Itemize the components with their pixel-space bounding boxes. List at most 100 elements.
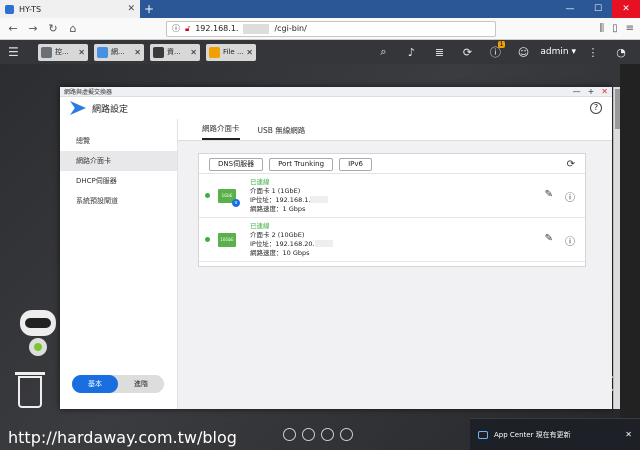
app-tab-resource-monitor[interactable]: 資... ✕: [150, 43, 200, 61]
adapter-name: 介面卡 2 (10GbE): [250, 230, 305, 239]
info-icon[interactable]: ⓘ: [565, 233, 575, 248]
app-tab-file-station[interactable]: File ... ✕: [206, 43, 256, 61]
edit-icon[interactable]: ✎: [545, 233, 553, 248]
adapter-info: 已連線 介面卡 2 (10GbE) IP位址：192.168.20. 網路速度：…: [250, 222, 333, 258]
mode-toggle[interactable]: 基本 進階: [72, 375, 164, 393]
redacted-ip-part: [310, 196, 329, 203]
status-dot-icon: [205, 237, 210, 242]
volume-icon[interactable]: ♪: [400, 46, 422, 59]
browser-tab-title: HY-TS: [19, 4, 42, 14]
forward-button[interactable]: →: [26, 22, 40, 35]
user-menu[interactable]: admin ▾: [540, 47, 576, 57]
ipv6-button[interactable]: IPv6: [339, 158, 372, 171]
card-speed-badge: 1GbE: [221, 192, 233, 198]
adapter-row: 10GbE 已連線 介面卡 2 (10GbE) IP位址：192.168.20.…: [199, 218, 585, 262]
minimize-window-button[interactable]: —: [556, 0, 584, 18]
search-icon[interactable]: ⌕: [372, 45, 394, 59]
window-controls: — ☐ ✕: [556, 0, 640, 18]
browser-menu-icon[interactable]: ≡: [626, 23, 634, 34]
recycle-bin-icon[interactable]: [15, 372, 45, 408]
mode-advanced-button[interactable]: 進階: [118, 375, 164, 393]
desktop-dock: [283, 428, 353, 441]
minimize-button[interactable]: —: [573, 87, 581, 96]
new-tab-button[interactable]: +: [140, 2, 158, 16]
dock-button-3-icon[interactable]: [321, 428, 334, 441]
adapter-info: 已連線 介面卡 1 (1GbE) IP位址：192.168.1. 網路速度：1 …: [250, 177, 329, 214]
info-icon[interactable]: ⓘ: [565, 189, 575, 204]
assistant-robot-icon[interactable]: [18, 310, 58, 356]
sidebar: 總覽 網路介面卡 DHCP伺服器 系統預設閘道 基本 進階: [60, 119, 178, 409]
dock-button-4-icon[interactable]: [340, 428, 353, 441]
close-icon[interactable]: ✕: [190, 48, 197, 57]
home-button[interactable]: ⌂: [66, 22, 80, 35]
tasks-icon[interactable]: ≣: [428, 46, 450, 59]
help-icon[interactable]: ?: [590, 102, 602, 114]
toast-text: App Center 現在有更新: [494, 430, 571, 439]
app-center-toast[interactable]: App Center 現在有更新 ✕: [470, 418, 640, 450]
user-icon[interactable]: ☺: [512, 46, 534, 59]
url-bar[interactable]: ⓘ 🔓︎ 192.168.1. /cgi-bin/: [166, 20, 496, 37]
desktop-right-edge: [620, 64, 640, 450]
message-icon: [478, 430, 488, 439]
close-icon[interactable]: ✕: [134, 48, 141, 57]
app-tab-label: File ...: [223, 48, 244, 56]
dock-button-2-icon[interactable]: [302, 428, 315, 441]
mode-basic-button[interactable]: 基本: [72, 375, 118, 393]
adapter-status: 已連線: [250, 177, 270, 186]
url-prefix: 192.168.1.: [195, 24, 239, 33]
info-icon[interactable]: ⓘ: [172, 23, 180, 34]
tab-usb-wireless[interactable]: USB 無線網路: [258, 125, 306, 140]
close-window-button[interactable]: ✕: [612, 0, 640, 18]
reload-button[interactable]: ↻: [46, 22, 60, 35]
sidebar-item-gateway[interactable]: 系統預設閘道: [60, 191, 177, 211]
network-logo-icon: [70, 101, 86, 115]
url-suffix: /cgi-bin/: [274, 24, 307, 33]
adapter-status: 已連線: [250, 221, 270, 230]
sidebar-item-adapters[interactable]: 網路介面卡: [60, 151, 177, 171]
close-icon[interactable]: ✕: [246, 48, 253, 57]
window-scrollbar[interactable]: [613, 87, 620, 409]
qts-taskbar: ☰ 控... ✕ 網... ✕ 資... ✕ File ... ✕ ⌕ ♪ ≣ …: [0, 40, 640, 64]
insecure-lock-icon: 🔓︎: [185, 23, 191, 33]
more-options-icon[interactable]: ⋮: [582, 46, 604, 59]
sidebar-item-dhcp[interactable]: DHCP伺服器: [60, 171, 177, 191]
close-icon[interactable]: ✕: [78, 48, 85, 57]
main-content: 網路介面卡 USB 無線網路 DNS伺服器 Port Trunking IPv6…: [178, 119, 612, 409]
redacted-url-part: [243, 23, 270, 34]
back-button[interactable]: ←: [6, 22, 20, 35]
dns-server-button[interactable]: DNS伺服器: [209, 158, 264, 171]
adapter-actions: ✎ ⓘ: [545, 233, 575, 248]
adapter-toolbar: DNS伺服器 Port Trunking IPv6 ⟳: [199, 156, 585, 174]
close-icon[interactable]: ✕: [625, 430, 632, 439]
browser-navbar: ← → ↻ ⌂ ⓘ 🔓︎ 192.168.1. /cgi-bin/ ⫼ ▯ ≡: [0, 18, 640, 40]
sidebar-icon[interactable]: ▯: [612, 23, 618, 34]
dashboard-icon[interactable]: ◔: [610, 46, 632, 59]
tab-adapters[interactable]: 網路介面卡: [202, 123, 240, 140]
notification-badge: 1: [497, 41, 506, 48]
maximize-button[interactable]: +: [588, 87, 595, 96]
browser-tab-strip: HY-TS ✕ + — ☐ ✕: [0, 0, 640, 18]
sidebar-item-overview[interactable]: 總覽: [60, 131, 177, 151]
port-trunking-button[interactable]: Port Trunking: [269, 158, 334, 171]
close-button[interactable]: ✕: [601, 87, 608, 96]
maximize-window-button[interactable]: ☐: [584, 0, 612, 18]
network-icon: [97, 46, 108, 58]
edit-icon[interactable]: ✎: [545, 189, 553, 204]
app-tab-network[interactable]: 網... ✕: [94, 43, 144, 61]
network-card-icon: 10GbE: [218, 232, 236, 247]
app-tab-control-panel[interactable]: 控... ✕: [38, 43, 88, 61]
sync-icon[interactable]: ⟳: [456, 46, 478, 59]
notification-icon[interactable]: ⓘ 1: [484, 41, 506, 60]
close-tab-icon[interactable]: ✕: [127, 4, 135, 14]
control-panel-icon: [41, 46, 52, 58]
window-titlebar: 網路與虛擬交換器 — + ✕: [60, 87, 612, 97]
resource-monitor-icon: [153, 46, 164, 58]
refresh-icon[interactable]: ⟳: [567, 159, 575, 170]
browser-tab[interactable]: HY-TS ✕: [0, 0, 140, 18]
site-favicon-icon: [5, 4, 14, 14]
dock-button-1-icon[interactable]: [283, 428, 296, 441]
content-tabs: 網路介面卡 USB 無線網路: [178, 119, 612, 141]
main-menu-icon[interactable]: ☰: [8, 45, 32, 59]
library-icon[interactable]: ⫼: [599, 23, 604, 34]
file-station-icon: [209, 46, 220, 58]
